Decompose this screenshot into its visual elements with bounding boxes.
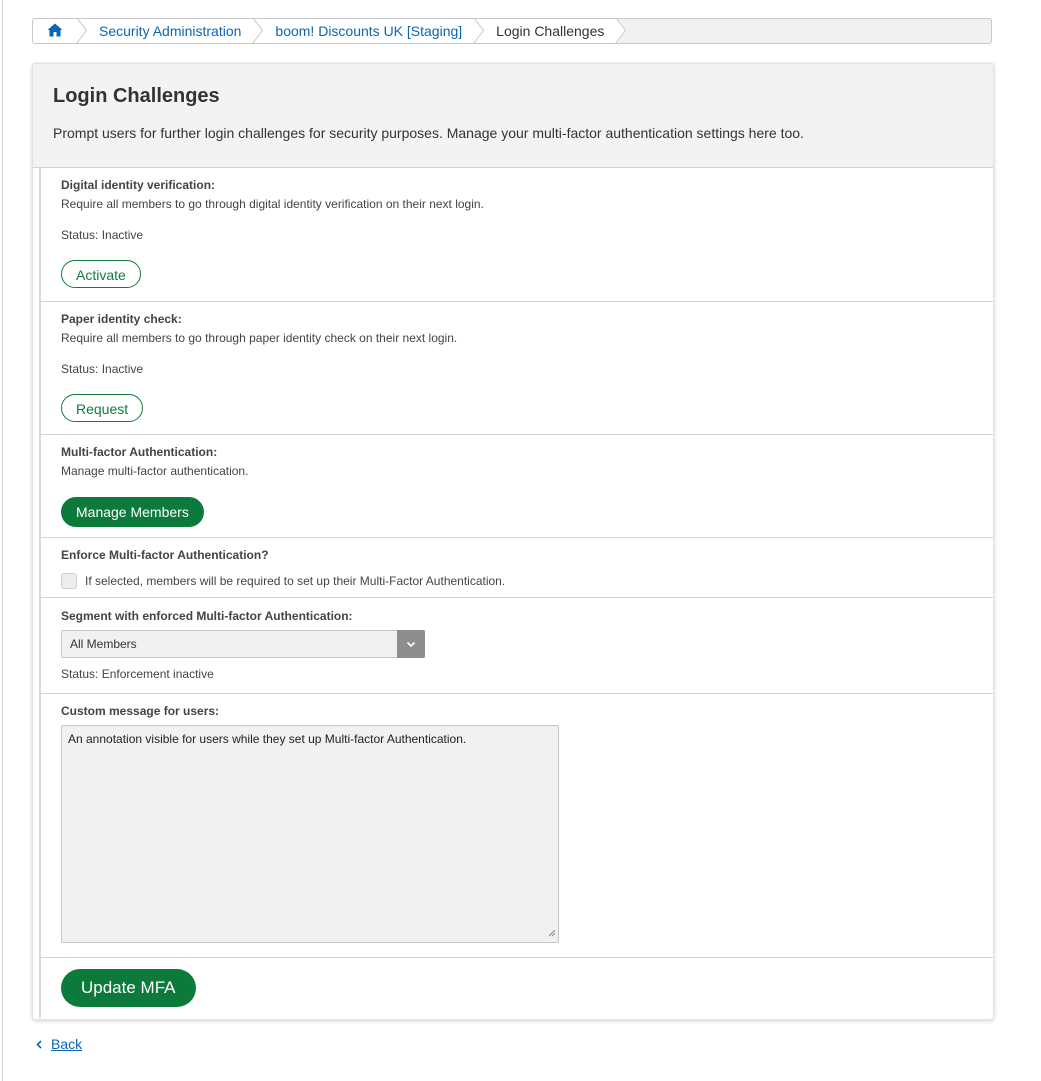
chevron-down-icon[interactable] bbox=[397, 630, 425, 658]
segment-section: Segment with enforced Multi-factor Authe… bbox=[41, 598, 993, 694]
card-header: Login Challenges Prompt users for furthe… bbox=[33, 64, 993, 168]
section-label: Custom message for users: bbox=[61, 704, 220, 718]
section-label: Paper identity check: bbox=[61, 312, 182, 326]
custom-message-section: Custom message for users: An annotation … bbox=[41, 694, 993, 958]
segment-select-value: All Members bbox=[70, 637, 137, 651]
breadcrumb-item-current: Login Challenges bbox=[474, 19, 617, 43]
section-description: Require all members to go through paper … bbox=[61, 331, 458, 345]
breadcrumb-home[interactable] bbox=[33, 19, 77, 43]
custom-message-textarea[interactable]: An annotation visible for users while th… bbox=[61, 725, 559, 943]
login-challenges-card: Login Challenges Prompt users for furthe… bbox=[32, 63, 994, 1020]
section-label: Segment with enforced Multi-factor Authe… bbox=[61, 609, 353, 623]
mfa-section: Multi-factor Authentication: Manage mult… bbox=[41, 435, 993, 538]
card-footer: Update MFA bbox=[41, 958, 993, 1018]
page-left-border bbox=[2, 0, 3, 1081]
enforce-mfa-option: If selected, members will be required to… bbox=[61, 573, 973, 589]
back-link[interactable]: Back bbox=[36, 1036, 82, 1052]
paper-identity-section: Paper identity check: Require all member… bbox=[41, 302, 993, 435]
page-subtitle: Prompt users for further login challenge… bbox=[53, 125, 804, 141]
section-label: Enforce Multi-factor Authentication? bbox=[61, 548, 269, 562]
section-description: Require all members to go through digita… bbox=[61, 197, 484, 211]
breadcrumb-item-tenant[interactable]: boom! Discounts UK [Staging] bbox=[253, 19, 475, 43]
digital-identity-section: Digital identity verification: Require a… bbox=[41, 168, 993, 302]
custom-message-text: An annotation visible for users while th… bbox=[68, 732, 467, 746]
card-body: Digital identity verification: Require a… bbox=[39, 168, 993, 1018]
section-label: Multi-factor Authentication: bbox=[61, 445, 218, 459]
breadcrumb-current: Login Challenges bbox=[496, 23, 605, 39]
status-text: Status: Inactive bbox=[61, 362, 144, 376]
enforce-mfa-checkbox[interactable] bbox=[61, 573, 77, 589]
manage-members-button[interactable]: Manage Members bbox=[61, 497, 204, 527]
chevron-left-icon bbox=[36, 1039, 42, 1049]
page-title: Login Challenges bbox=[53, 85, 220, 107]
request-button[interactable]: Request bbox=[61, 394, 144, 422]
breadcrumb-item-security-administration[interactable]: Security Administration bbox=[77, 19, 254, 43]
breadcrumb-link[interactable]: Security Administration bbox=[99, 23, 241, 39]
back-label: Back bbox=[51, 1036, 83, 1052]
status-text: Status: Inactive bbox=[61, 228, 144, 242]
home-icon[interactable] bbox=[47, 23, 63, 40]
section-description: Manage multi-factor authentication. bbox=[61, 464, 249, 478]
section-label: Digital identity verification: bbox=[61, 178, 216, 192]
breadcrumb-link[interactable]: boom! Discounts UK [Staging] bbox=[275, 23, 462, 39]
resize-grip-icon[interactable] bbox=[548, 926, 556, 940]
activate-button[interactable]: Activate bbox=[61, 260, 141, 288]
checkbox-label: If selected, members will be required to… bbox=[85, 574, 506, 588]
update-mfa-button[interactable]: Update MFA bbox=[61, 969, 196, 1007]
status-text: Status: Enforcement inactive bbox=[61, 667, 214, 681]
segment-select[interactable]: All Members bbox=[61, 630, 425, 658]
enforce-mfa-section: Enforce Multi-factor Authentication? If … bbox=[41, 538, 993, 598]
breadcrumb: Security Administration boom! Discounts … bbox=[32, 18, 992, 44]
